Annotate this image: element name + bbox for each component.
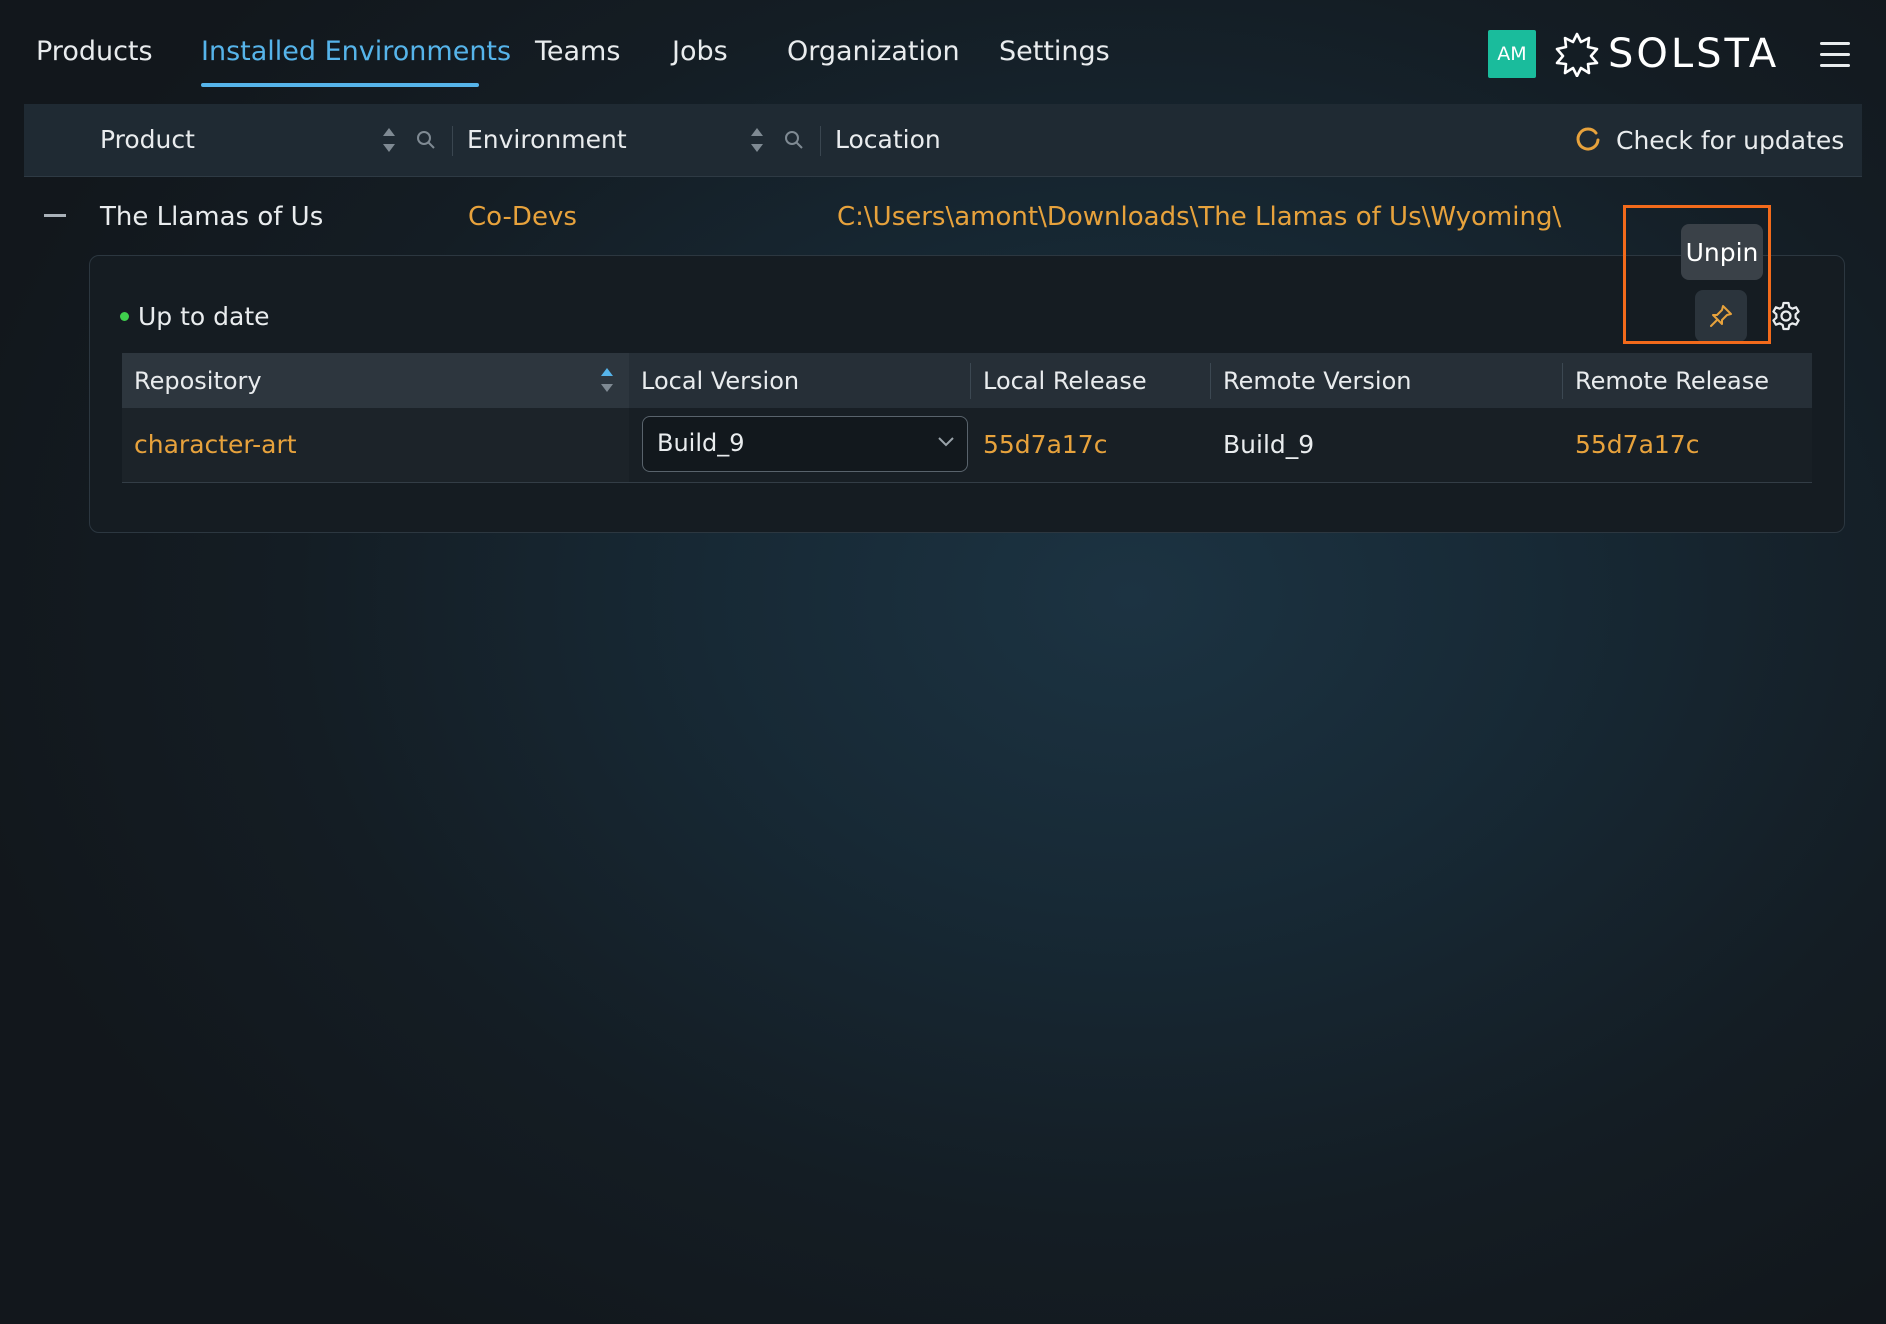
- chevron-down-icon: [938, 437, 954, 447]
- repository-table-header: Repository Local Version Local Release R…: [122, 353, 1812, 408]
- column-header-location: Location: [835, 125, 941, 154]
- column-header-local-version: Local Version: [641, 367, 800, 395]
- tab-installed-environments[interactable]: Installed Environments: [201, 32, 511, 72]
- search-icon[interactable]: [416, 130, 436, 150]
- logo-text: SOLSTA: [1608, 31, 1780, 77]
- tab-jobs[interactable]: Jobs: [672, 32, 728, 72]
- menu-icon[interactable]: [1820, 40, 1850, 70]
- column-header-local-release: Local Release: [983, 367, 1147, 395]
- column-divider: [1210, 363, 1211, 399]
- search-icon[interactable]: [784, 130, 804, 150]
- refresh-icon: [1576, 127, 1600, 151]
- sort-icon[interactable]: [750, 126, 764, 154]
- repository-link[interactable]: character-art: [134, 428, 297, 462]
- tab-products[interactable]: Products: [36, 32, 153, 72]
- tab-organization[interactable]: Organization: [787, 32, 960, 72]
- status-text: Up to date: [138, 302, 270, 331]
- starburst-logo-icon: [1555, 32, 1599, 77]
- sort-ascending-icon[interactable]: [600, 366, 614, 394]
- remote-release-link[interactable]: 55d7a17c: [1575, 428, 1699, 462]
- active-tab-indicator: [201, 83, 479, 87]
- status-dot-icon: [120, 312, 129, 321]
- tab-settings[interactable]: Settings: [999, 32, 1110, 72]
- solsta-logo: SOLSTA: [1554, 26, 1779, 82]
- environment-detail-panel: Up to date Repository Local Version Loca…: [89, 255, 1845, 533]
- remote-version-value: Build_9: [1223, 430, 1315, 459]
- environments-table-header: Product Environment Location Check for u…: [24, 104, 1862, 177]
- user-avatar[interactable]: AM: [1488, 30, 1536, 78]
- status-indicator: Up to date: [120, 302, 270, 331]
- local-release-link[interactable]: 55d7a17c: [983, 428, 1107, 462]
- top-navigation: Products Installed Environments Teams Jo…: [0, 0, 1886, 104]
- local-version-value: Build_9: [657, 429, 745, 457]
- tab-teams[interactable]: Teams: [535, 32, 620, 72]
- gear-icon[interactable]: [1770, 300, 1802, 332]
- local-version-select[interactable]: Build_9: [642, 416, 968, 472]
- column-header-product: Product: [100, 125, 195, 154]
- column-header-remote-release: Remote Release: [1575, 367, 1770, 395]
- collapse-row-icon[interactable]: [44, 214, 66, 217]
- sort-icon[interactable]: [382, 126, 396, 154]
- column-header-remote-version: Remote Version: [1223, 367, 1412, 395]
- environment-link[interactable]: Co-Devs: [468, 200, 577, 234]
- check-for-updates-button[interactable]: Check for updates: [1574, 122, 1844, 158]
- product-name: The Llamas of Us: [100, 202, 324, 232]
- column-divider: [452, 126, 453, 156]
- table-row: character-art Build_9 55d7a17c Build_9 5…: [122, 408, 1812, 483]
- column-header-repository: Repository: [134, 367, 262, 395]
- column-divider: [820, 126, 821, 156]
- table-row[interactable]: The Llamas of Us Co-Devs C:\Users\amont\…: [24, 176, 1862, 256]
- pin-icon: [1710, 305, 1732, 327]
- column-header-environment: Environment: [467, 125, 627, 154]
- location-link[interactable]: C:\Users\amont\Downloads\The Llamas of U…: [837, 200, 1561, 234]
- unpin-tooltip: Unpin: [1681, 224, 1763, 280]
- check-for-updates-label: Check for updates: [1616, 125, 1845, 155]
- column-divider: [1562, 363, 1563, 399]
- column-divider: [970, 363, 971, 399]
- unpin-button[interactable]: [1695, 290, 1747, 342]
